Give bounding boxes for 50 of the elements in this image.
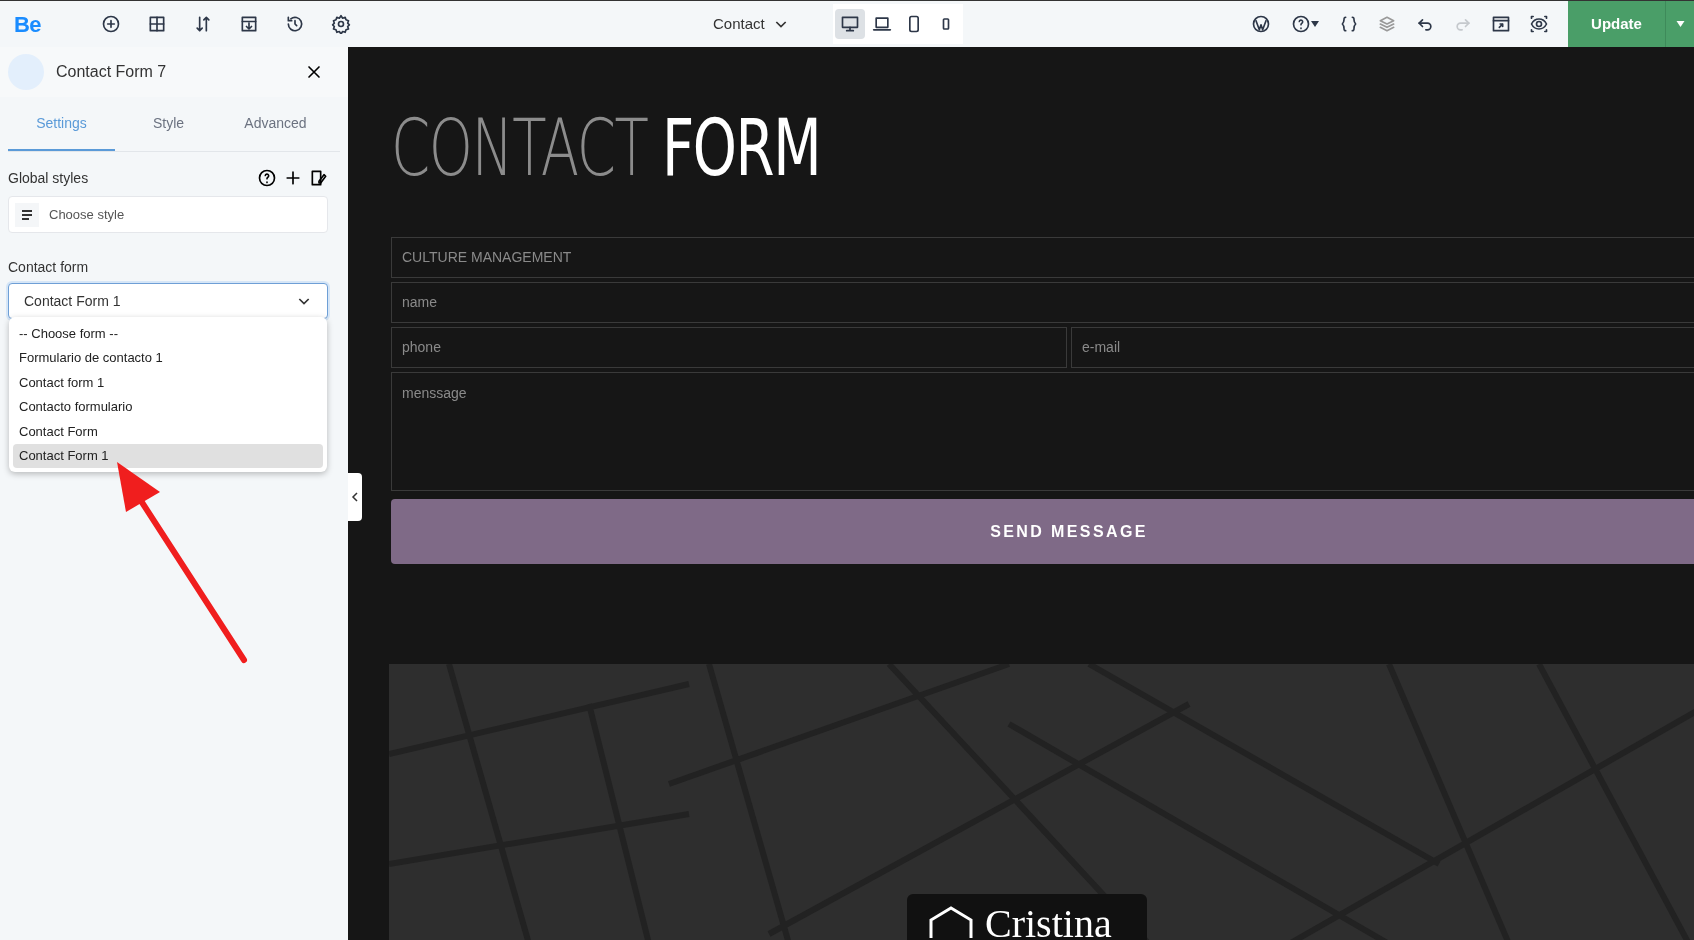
dropdown-option[interactable]: Contact Form: [13, 419, 323, 444]
house-icon: [927, 904, 975, 938]
input-field[interactable]: name: [391, 282, 1694, 323]
help-button[interactable]: [256, 167, 278, 189]
app-logo[interactable]: Be: [14, 7, 74, 41]
section-label: Global styles: [8, 168, 89, 188]
settings-icon: [331, 14, 351, 34]
help-icon: [1291, 14, 1311, 34]
section-label: Contact form: [8, 258, 90, 277]
layers-icon: [1377, 14, 1397, 34]
message-field[interactable]: menssage: [391, 372, 1694, 491]
caret-icon: [1675, 21, 1685, 27]
logo-text: Cristina: [985, 904, 1112, 940]
panel-title: Contact Form 7: [56, 62, 167, 82]
desktop-view-icon: [839, 14, 860, 34]
list-icon: [15, 202, 39, 227]
heading-text: FORM: [661, 109, 821, 189]
help-icon: [257, 168, 277, 188]
input-field[interactable]: e-mail: [1071, 327, 1694, 368]
laptop-view-icon: [871, 14, 892, 34]
heading-text: CONTACT: [391, 109, 648, 189]
edit-style-icon: [309, 168, 329, 188]
history-icon: [285, 14, 305, 34]
style-select-field[interactable]: Choose style: [8, 196, 328, 233]
send-message-button[interactable]: SEND MESSAGE: [391, 499, 1694, 564]
dropdown-option[interactable]: -- Choose form --: [13, 321, 323, 346]
collapse-panel-button[interactable]: [348, 473, 362, 521]
panel-tab[interactable]: Advanced: [222, 97, 329, 151]
panel-tab[interactable]: Style: [115, 97, 222, 151]
import-icon: [239, 14, 259, 34]
layout-icon: [147, 14, 167, 34]
panel-tab[interactable]: Settings: [8, 97, 115, 151]
caret-icon: [1311, 21, 1319, 27]
page-selector[interactable]: Contact: [713, 12, 789, 36]
sort-icon: [193, 14, 213, 34]
dropdown-option[interactable]: Contacto formulario: [13, 394, 323, 419]
update-button[interactable]: Update: [1568, 1, 1665, 47]
desktop-view-button[interactable]: [834, 9, 865, 39]
dropdown-option[interactable]: Contact Form 1: [13, 443, 323, 468]
input-field[interactable]: CULTURE MANAGEMENT: [391, 237, 1694, 278]
preview-icon: [1529, 14, 1549, 34]
form-select[interactable]: Contact Form 1: [8, 283, 328, 319]
dropdown-option[interactable]: Contact form 1: [13, 370, 323, 395]
add-icon: [101, 14, 121, 34]
window-icon: [1491, 14, 1511, 34]
chevron-left-icon: [351, 492, 359, 502]
css-icon: [1339, 14, 1359, 34]
dropdown-option[interactable]: Formulario de contacto 1: [13, 345, 323, 370]
input-field[interactable]: phone: [391, 327, 1067, 368]
wordpress-icon: [1251, 14, 1271, 34]
